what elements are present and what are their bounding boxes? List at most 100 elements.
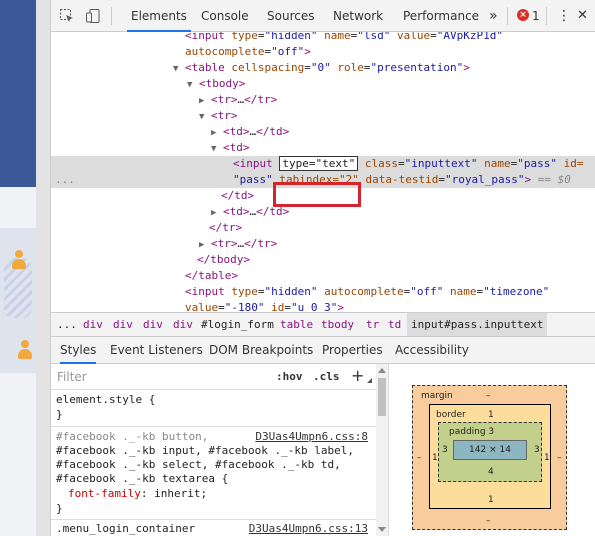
tag-name: <tr> [211,237,238,250]
margin-right-value[interactable]: – [557,453,562,463]
style-rules-pane: element.style { } #facebook ._-kb button… [51,390,376,536]
css-declaration[interactable]: font-family: inherit; [68,487,207,501]
rule-selector[interactable]: #facebook ._-kb textarea { [56,472,228,486]
tree-node[interactable]: </table> [51,268,595,284]
rule-selector[interactable]: .menu_login_container [56,522,195,536]
padding-bottom-value[interactable]: 4 [488,467,494,477]
tab-sources[interactable]: Sources [263,0,318,32]
inspect-element-icon[interactable] [59,8,75,24]
margin-top-value[interactable]: – [486,391,491,401]
more-tabs-button[interactable]: » [485,0,502,32]
rule-selector[interactable]: #facebook ._-kb input, #facebook ._-kb l… [56,444,354,458]
class-toggle[interactable]: .cls [313,364,340,390]
new-style-rule-button[interactable]: + [351,366,364,386]
attr-value: "inputtext" [404,157,478,170]
collapse-triangle-icon[interactable]: ▼ [199,112,204,122]
tab-network[interactable]: Network [329,0,387,32]
breadcrumb-item[interactable]: div [83,313,103,336]
scroll-up-icon[interactable] [378,368,386,373]
rule-divider [51,519,376,520]
collapse-triangle-icon[interactable]: ▼ [187,80,192,90]
error-icon[interactable]: × [517,9,529,21]
tree-node[interactable]: value="-180" id="u_0_3"> [51,300,595,312]
expand-triangle-icon[interactable]: ▶ [211,128,216,138]
tab-properties[interactable]: Properties [322,337,383,364]
padding-label[interactable]: padding 3 [449,427,494,437]
expand-triangle-icon[interactable]: ▶ [211,208,216,218]
tab-event-listeners[interactable]: Event Listeners [110,337,203,364]
tab-console[interactable]: Console [197,0,253,32]
breadcrumb-item[interactable]: div [143,313,163,336]
tab-styles[interactable]: Styles [60,337,97,364]
attr-name: autocomplete [324,285,404,298]
attr-value: "hidden" [264,32,318,42]
attribute-edit-field[interactable]: type="text" [279,156,359,171]
tree-node[interactable]: autocomplete="off"> [51,44,595,60]
breadcrumb-ellipsis[interactable]: ... [57,313,77,336]
margin-left-value[interactable]: – [417,453,422,463]
border-left-value[interactable]: 1 [432,453,438,463]
collapse-triangle-icon[interactable]: ▼ [211,144,216,154]
tab-performance[interactable]: Performance [399,0,483,32]
scroll-down-icon[interactable] [378,527,386,532]
close-devtools-button[interactable]: ✕ [573,0,592,32]
stylesheet-link[interactable]: D3Uas4Umpn6.css:8 [255,430,368,444]
stylesheet-link[interactable]: D3Uas4Umpn6.css:13 [249,522,368,536]
styles-filter-input[interactable] [57,369,257,385]
customize-menu-button[interactable]: ⋮ [553,0,575,32]
tree-node[interactable]: </tbody> [51,252,595,268]
collapse-triangle-icon[interactable]: ▼ [173,64,178,74]
tab-dom-breakpoints[interactable]: DOM Breakpoints [209,337,313,364]
tree-node[interactable]: ▼ <tr> [51,108,595,124]
box-model-padding[interactable]: padding 3 3 3 4 142 × 14 [438,422,542,482]
attr-value: "hidden" [264,285,318,298]
css-property-name[interactable]: font-family [68,487,141,500]
tree-node[interactable]: ▶ <tr>…</tr> [51,236,595,252]
tree-node[interactable]: ▶ <tr>…</tr> [51,92,595,108]
breadcrumb-item[interactable]: #login_form [201,313,274,336]
attr-value: "lsd" [357,32,391,42]
tree-node[interactable]: ▼ <table cellspacing="0" role="presentat… [51,60,595,76]
tag-name: </tbody> [197,253,250,266]
scrollbar-thumb[interactable] [378,378,386,416]
breadcrumb-item[interactable]: tbody [321,313,354,336]
tree-node[interactable]: </tr> [51,220,595,236]
error-count[interactable]: 1 [532,0,540,32]
breadcrumb-current[interactable]: input#pass.inputtext [407,313,548,336]
border-right-value[interactable]: 1 [544,453,550,463]
tree-node[interactable]: ▼ <tbody> [51,76,595,92]
css-property-value[interactable]: : inherit; [141,487,207,500]
breadcrumb-item[interactable]: div [173,313,193,336]
element-style-selector[interactable]: element.style { [56,393,155,407]
padding-left-value[interactable]: 3 [442,445,448,455]
hover-state-toggle[interactable]: :hov [276,364,303,390]
box-model-margin[interactable]: margin – – – – border 1 1 1 1 padding 3 … [412,385,567,530]
node-actions-ellipsis[interactable]: ... [55,172,75,188]
margin-bottom-value[interactable]: – [486,516,491,526]
margin-label: margin [421,391,453,401]
tab-elements[interactable]: Elements [127,0,191,32]
breadcrumb-item[interactable]: td [388,313,401,336]
tree-node[interactable]: <input type="hidden" autocomplete="off" … [51,284,595,300]
breadcrumb-item[interactable]: table [280,313,313,336]
device-toolbar-icon[interactable] [85,8,101,24]
tree-node[interactable]: ▼ <td> [51,140,595,156]
attr-value: "pass" [517,157,557,170]
rule-selector[interactable]: #facebook ._-kb select, #facebook ._-kb … [56,458,341,472]
tag-name: <td> [223,141,250,154]
tree-node[interactable]: ▶ <td>…</td> [51,124,595,140]
padding-right-value[interactable]: 3 [534,445,540,455]
box-model-border[interactable]: border 1 1 1 1 padding 3 3 3 4 142 × 14 [429,404,551,509]
tree-node[interactable]: <input type="hidden" name="lsd" value="A… [51,32,595,44]
border-bottom-value[interactable]: 1 [488,495,494,505]
rule-close-brace: } [56,502,63,515]
expand-triangle-icon[interactable]: ▶ [199,240,204,250]
styles-scrollbar[interactable] [376,364,388,536]
expand-triangle-icon[interactable]: ▶ [199,96,204,106]
breadcrumb-item[interactable]: tr [366,313,379,336]
border-top-value[interactable]: 1 [488,410,494,420]
tab-accessibility[interactable]: Accessibility [395,337,469,364]
box-model-content[interactable]: 142 × 14 [453,440,527,460]
breadcrumb-item[interactable]: div [113,313,133,336]
rule-selector[interactable]: #facebook ._-kb button, [56,430,208,444]
